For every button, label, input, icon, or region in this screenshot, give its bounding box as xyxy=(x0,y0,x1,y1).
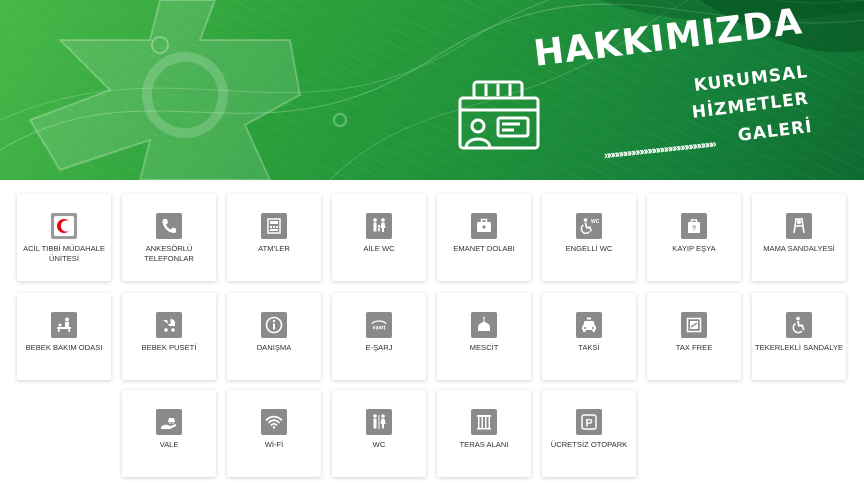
svg-text:WC: WC xyxy=(591,219,599,225)
service-label: ÜCRETSİZ OTOPARK xyxy=(550,440,628,449)
service-label: EMANET DOLABI xyxy=(453,244,515,253)
wheelchair-icon xyxy=(786,312,812,338)
service-card[interactable]: BEBEK PUSETİ xyxy=(122,293,216,380)
service-label: VALE xyxy=(159,440,179,449)
service-label: ENGELLİ WC xyxy=(565,244,613,253)
service-label: TAX FREE xyxy=(675,343,713,352)
service-label: TERAS ALANI xyxy=(459,440,509,449)
service-card[interactable]: WC ENGELLİ WC xyxy=(542,194,636,281)
service-label: TAKSİ xyxy=(578,343,600,352)
valet-icon xyxy=(156,409,182,435)
tax-free-icon xyxy=(681,312,707,338)
service-card[interactable]: ACİL TIBBİ MÜDAHALE ÜNİTESİ xyxy=(17,194,111,281)
service-card[interactable]: ? KAYIP EŞYA xyxy=(647,194,741,281)
baby-care-icon xyxy=(51,312,77,338)
menu-item-galeri[interactable]: GALERİ xyxy=(737,117,814,146)
parking-icon: P xyxy=(576,409,602,435)
ev-charging-icon: eşarj xyxy=(366,312,392,338)
svg-text:P: P xyxy=(585,418,592,430)
service-label: MESCİT xyxy=(469,343,499,352)
service-card[interactable]: AİLE WC xyxy=(332,194,426,281)
luggage-locker-icon xyxy=(471,213,497,239)
hero-banner: HAKKIMIZDA KURUMSAL HİZMETLER GALERİ »»»… xyxy=(0,0,864,180)
service-label: BEBEK PUSETİ xyxy=(141,343,197,352)
service-card[interactable]: MESCİT xyxy=(437,293,531,380)
service-label: KAYIP EŞYA xyxy=(672,244,716,253)
terrace-icon xyxy=(471,409,497,435)
service-card[interactable]: ATM'LER xyxy=(227,194,321,281)
service-card[interactable]: VALE xyxy=(122,390,216,477)
svg-text:eşarj: eşarj xyxy=(373,325,386,331)
service-card[interactable]: EMANET DOLABI xyxy=(437,194,531,281)
phone-icon xyxy=(156,213,182,239)
svg-text:?: ? xyxy=(692,226,696,233)
mosque-icon xyxy=(471,312,497,338)
service-card[interactable]: DANIŞMA xyxy=(227,293,321,380)
service-card[interactable]: TAX FREE xyxy=(647,293,741,380)
atm-icon xyxy=(261,213,287,239)
service-card[interactable]: MAMA SANDALYESİ xyxy=(752,194,846,281)
service-label: ACİL TIBBİ MÜDAHALE ÜNİTESİ xyxy=(23,244,105,263)
service-label: WC xyxy=(372,440,386,449)
chevron-divider: »»»»»»»»»»»»»»»»»»»»»»»»»»» xyxy=(603,138,716,162)
wifi-icon xyxy=(261,409,287,435)
service-card[interactable]: eşarj E-ŞARJ xyxy=(332,293,426,380)
service-label: DANIŞMA xyxy=(256,343,292,352)
taxi-icon xyxy=(576,312,602,338)
page-title: HAKKIMIZDA xyxy=(531,1,805,75)
service-card[interactable]: WC xyxy=(332,390,426,477)
disabled-wc-icon: WC xyxy=(576,213,602,239)
info-icon xyxy=(261,312,287,338)
service-card[interactable]: BEBEK BAKIM ODASI xyxy=(17,293,111,380)
service-card[interactable]: TEKERLEKLİ SANDALYE xyxy=(752,293,846,380)
red-crescent-icon xyxy=(51,213,77,239)
service-label: MAMA SANDALYESİ xyxy=(763,244,835,253)
service-label: ATM'LER xyxy=(258,244,290,253)
service-label: E-ŞARJ xyxy=(365,343,393,352)
hero-menu: HAKKIMIZDA KURUMSAL HİZMETLER GALERİ »»»… xyxy=(0,0,864,180)
service-label: BEBEK BAKIM ODASI xyxy=(25,343,103,352)
wc-icon xyxy=(366,409,392,435)
service-card[interactable]: TERAS ALANI xyxy=(437,390,531,477)
service-card[interactable]: Wİ-Fİ xyxy=(227,390,321,477)
service-label: Wİ-Fİ xyxy=(264,440,284,449)
stroller-icon xyxy=(156,312,182,338)
high-chair-icon xyxy=(786,213,812,239)
service-label: ANKESÖRLÜ TELEFONLAR xyxy=(144,244,194,263)
service-label: TEKERLEKLİ SANDALYE xyxy=(754,343,844,352)
service-card[interactable]: TAKSİ xyxy=(542,293,636,380)
lost-property-icon: ? xyxy=(681,213,707,239)
services-grid: ACİL TIBBİ MÜDAHALE ÜNİTESİ ANKESÖRLÜ TEL… xyxy=(0,180,864,496)
service-card[interactable]: ANKESÖRLÜ TELEFONLAR xyxy=(122,194,216,281)
family-wc-icon xyxy=(366,213,392,239)
service-label: AİLE WC xyxy=(363,244,395,253)
service-card[interactable]: P ÜCRETSİZ OTOPARK xyxy=(542,390,636,477)
